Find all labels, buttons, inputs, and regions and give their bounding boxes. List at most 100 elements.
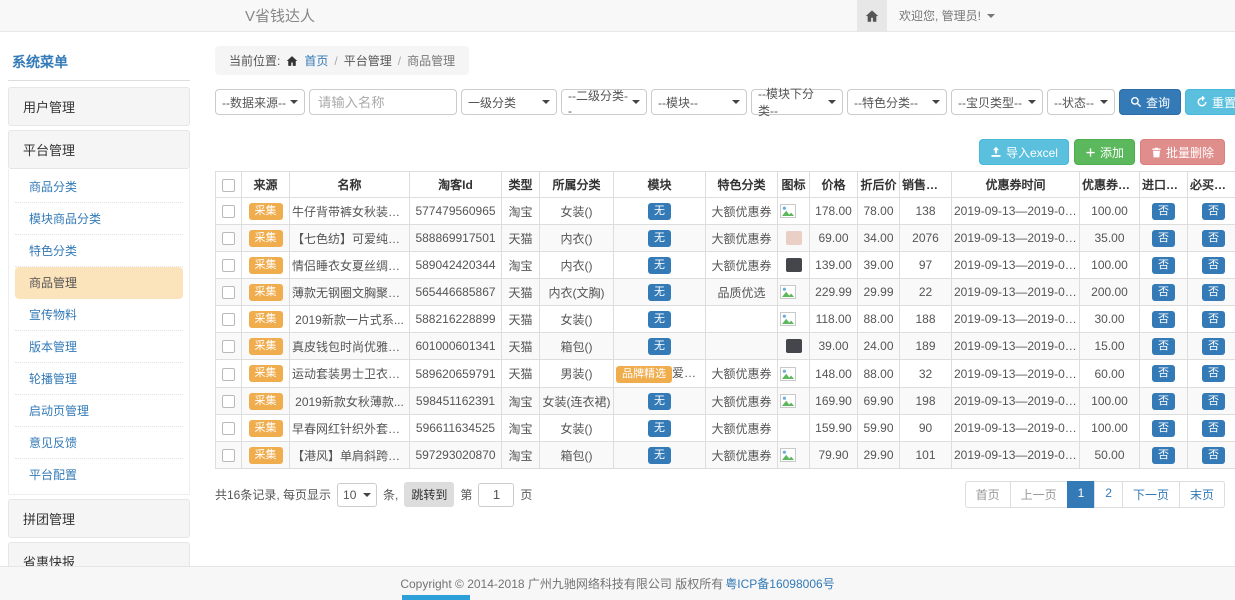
home-button[interactable]: [857, 0, 887, 32]
caret-down-icon: [290, 100, 298, 104]
taoke-id-cell: 565446685867: [410, 279, 502, 306]
page-button[interactable]: 上一页: [1010, 481, 1068, 508]
upload-icon: [990, 146, 1002, 158]
must-buy-badge: 否: [1202, 393, 1225, 410]
category-cell: 箱包(): [540, 333, 614, 360]
module-cell: 无: [614, 333, 706, 360]
taoke-id-cell: 601000601341: [410, 333, 502, 360]
row-checkbox[interactable]: [222, 286, 235, 299]
import-select-badge: 否: [1152, 447, 1175, 464]
import-excel-button[interactable]: 导入excel: [979, 139, 1069, 165]
sidebar-item[interactable]: 轮播管理: [15, 363, 183, 395]
row-checkbox[interactable]: [222, 205, 235, 218]
name-input[interactable]: [309, 89, 457, 115]
sidebar-item[interactable]: 意见反馈: [15, 427, 183, 459]
top-navbar: V省钱达人 欢迎您, 管理员!: [0, 0, 1235, 32]
bottom-artifact: [402, 595, 470, 600]
records-summary: 共16条记录, 每页显示: [215, 486, 331, 503]
sidebar-item[interactable]: 模块商品分类: [15, 203, 183, 235]
module-cell: 无: [614, 388, 706, 415]
category-cell: 内衣(文胸): [540, 279, 614, 306]
column-header: 价格: [810, 172, 858, 198]
taoke-id-cell: 588216228899: [410, 306, 502, 333]
module-badge: 无: [648, 203, 671, 220]
row-select-cell: [216, 415, 242, 442]
sidebar-item[interactable]: 商品管理: [15, 267, 183, 299]
page-button[interactable]: 1: [1067, 481, 1096, 508]
user-menu[interactable]: 欢迎您, 管理员!: [899, 7, 995, 24]
sidebar-item[interactable]: 平台配置: [15, 459, 183, 490]
select-all-checkbox[interactable]: [222, 179, 235, 192]
item-type-select[interactable]: --宝贝类型--: [951, 89, 1043, 115]
sidebar-item[interactable]: 版本管理: [15, 331, 183, 363]
app-title: V省钱达人: [245, 5, 315, 26]
sidebar-group[interactable]: 拼团管理: [8, 499, 190, 538]
row-checkbox[interactable]: [222, 259, 235, 272]
product-image-icon: [780, 367, 807, 381]
price-cell: 118.00: [810, 306, 858, 333]
data-source-select[interactable]: --数据来源--: [215, 89, 305, 115]
row-checkbox[interactable]: [222, 422, 235, 435]
copyright-text: Copyright © 2014-2018 广州九驰网络科技有限公司 版权所有: [400, 575, 723, 592]
source-badge: 采集: [249, 447, 283, 464]
status-select[interactable]: --状态--: [1047, 89, 1115, 115]
module-select[interactable]: --模块--: [651, 89, 747, 115]
sidebar-group[interactable]: 平台管理: [8, 130, 190, 169]
jump-page-input[interactable]: [478, 483, 514, 507]
sidebar-item[interactable]: 宣传物料: [15, 299, 183, 331]
level2-category-select[interactable]: --二级分类--: [561, 89, 647, 115]
main-content: 当前位置: 首页 / 平台管理 / 商品管理 --数据来源--一级分类--二级分…: [215, 46, 1225, 508]
reset-button[interactable]: 重置: [1185, 89, 1235, 115]
sidebar-group[interactable]: 用户管理: [8, 87, 190, 126]
import-select-badge: 否: [1152, 257, 1175, 274]
search-button[interactable]: 查询: [1119, 89, 1181, 115]
row-checkbox[interactable]: [222, 449, 235, 462]
breadcrumb-home-link[interactable]: 首页: [304, 52, 328, 69]
feature-category-cell: 大额优惠券: [706, 360, 778, 388]
footer: Copyright © 2014-2018 广州九驰网络科技有限公司 版权所有 …: [0, 566, 1235, 600]
sidebar-menu: 用户管理平台管理商品分类模块商品分类特色分类商品管理宣传物料版本管理轮播管理启动…: [8, 87, 190, 600]
discount-price-cell: 29.99: [858, 279, 900, 306]
module-badge: 无: [648, 447, 671, 464]
row-checkbox[interactable]: [222, 340, 235, 353]
add-button[interactable]: 添加: [1074, 139, 1135, 165]
must-buy-cell: 否: [1188, 333, 1235, 360]
must-buy-cell: 否: [1188, 252, 1235, 279]
page-button[interactable]: 首页: [965, 481, 1011, 508]
page-button[interactable]: 2: [1094, 481, 1123, 508]
feature-category-select[interactable]: --特色分类--: [847, 89, 947, 115]
import-select-badge: 否: [1152, 230, 1175, 247]
must-buy-cell: 否: [1188, 225, 1235, 252]
sales-count-cell: 138: [900, 198, 952, 225]
source-badge: 采集: [249, 230, 283, 247]
row-checkbox[interactable]: [222, 313, 235, 326]
batch-delete-button[interactable]: 批量删除: [1140, 139, 1225, 165]
sidebar-item[interactable]: 特色分类: [15, 235, 183, 267]
level1-category-select[interactable]: 一级分类: [461, 89, 557, 115]
trash-icon: [1151, 147, 1162, 158]
coupon-amount-cell: 100.00: [1080, 388, 1140, 415]
source-cell: 采集: [242, 415, 290, 442]
jump-button[interactable]: 跳转到: [404, 482, 454, 507]
page-button[interactable]: 末页: [1179, 481, 1225, 508]
column-header: 模块: [614, 172, 706, 198]
caret-down-icon: [987, 14, 995, 18]
source-badge: 采集: [249, 203, 283, 220]
row-checkbox[interactable]: [222, 395, 235, 408]
column-header: 淘客Id: [410, 172, 502, 198]
page-size-select[interactable]: 10: [337, 483, 377, 507]
page-button[interactable]: 下一页: [1122, 481, 1180, 508]
taoke-id-cell: 597293020870: [410, 442, 502, 469]
import-select-cell: 否: [1140, 388, 1188, 415]
price-cell: 69.00: [810, 225, 858, 252]
row-checkbox[interactable]: [222, 232, 235, 245]
module-sub-category-select[interactable]: --模块下分类--: [751, 89, 843, 115]
sidebar-item[interactable]: 商品分类: [15, 171, 183, 203]
icp-link[interactable]: 粤ICP备16098006号: [725, 575, 834, 592]
must-buy-badge: 否: [1202, 365, 1225, 382]
page-size-value: 10: [343, 488, 356, 502]
sidebar-item[interactable]: 启动页管理: [15, 395, 183, 427]
row-checkbox[interactable]: [222, 368, 235, 381]
level1-category-select-value: 一级分类: [468, 94, 516, 111]
module-badge: 无: [648, 230, 671, 247]
